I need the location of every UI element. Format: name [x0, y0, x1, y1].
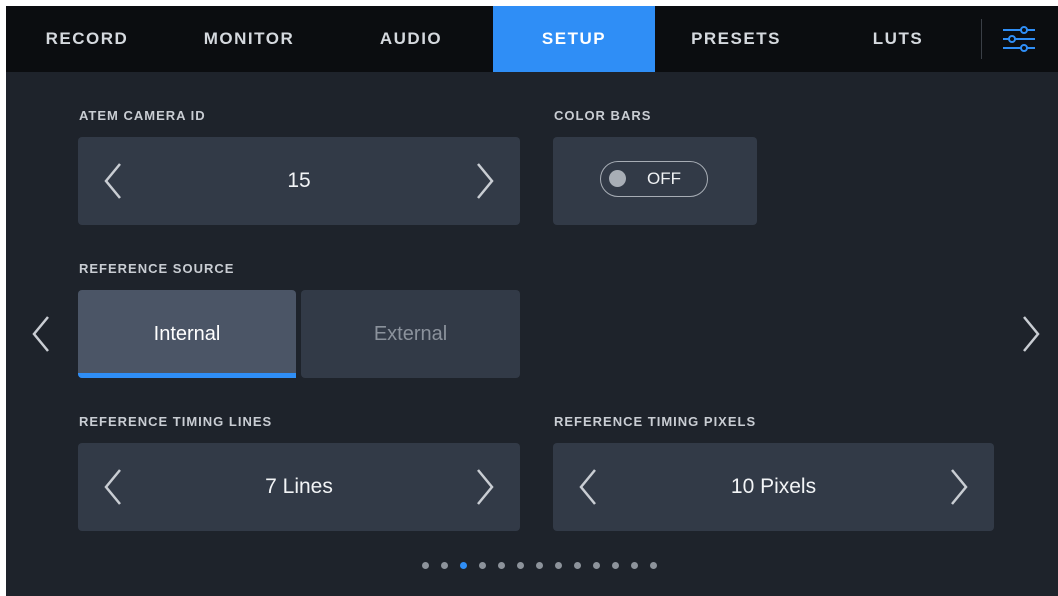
page-dot[interactable]	[593, 562, 600, 569]
chevron-left-icon	[32, 316, 49, 352]
page-dot[interactable]	[517, 562, 524, 569]
page-dot[interactable]	[536, 562, 543, 569]
color-bars-label: COLOR BARS	[554, 108, 652, 123]
atem-camera-id-stepper: 15	[78, 137, 520, 225]
reference-timing-pixels-decrement[interactable]	[553, 443, 623, 531]
atem-camera-id-label: ATEM CAMERA ID	[79, 108, 206, 123]
reference-timing-pixels-stepper: 10 Pixels	[553, 443, 994, 531]
chevron-left-icon	[104, 163, 121, 199]
page-dot[interactable]	[612, 562, 619, 569]
reference-source-internal[interactable]: Internal	[78, 290, 296, 378]
setup-screen: RECORD MONITOR AUDIO SETUP PRESETS LUTS …	[6, 6, 1058, 596]
page-dot[interactable]	[479, 562, 486, 569]
page-dot[interactable]	[441, 562, 448, 569]
chevron-right-icon	[1023, 316, 1040, 352]
page-dot[interactable]	[422, 562, 429, 569]
chevron-right-icon	[951, 469, 968, 505]
page-dot[interactable]	[460, 562, 467, 569]
tab-audio[interactable]: AUDIO	[330, 6, 492, 72]
selected-underline	[78, 373, 296, 378]
settings-menu-button[interactable]	[999, 21, 1039, 57]
toggle-knob	[609, 170, 626, 187]
next-page-button[interactable]	[1016, 309, 1046, 359]
reference-timing-pixels-increment[interactable]	[924, 443, 994, 531]
reference-timing-lines-stepper: 7 Lines	[78, 443, 520, 531]
color-bars-state: OFF	[647, 169, 681, 188]
reference-timing-lines-value: 7 Lines	[265, 475, 333, 498]
page-dot[interactable]	[555, 562, 562, 569]
color-bars-panel: OFF	[553, 137, 757, 225]
reference-timing-pixels-label: REFERENCE TIMING PIXELS	[554, 414, 757, 429]
tab-monitor[interactable]: MONITOR	[168, 6, 330, 72]
chevron-left-icon	[579, 469, 596, 505]
page-dot[interactable]	[574, 562, 581, 569]
tab-presets[interactable]: PRESETS	[655, 6, 817, 72]
reference-source-external-label: External	[373, 322, 448, 345]
page-dot[interactable]	[631, 562, 638, 569]
tab-setup[interactable]: SETUP	[493, 6, 655, 72]
page-dot[interactable]	[498, 562, 505, 569]
reference-source-external[interactable]: External	[301, 290, 520, 378]
tab-luts[interactable]: LUTS	[817, 6, 979, 72]
tab-bar: RECORD MONITOR AUDIO SETUP PRESETS LUTS	[6, 6, 1058, 72]
tab-record[interactable]: RECORD	[6, 6, 168, 72]
color-bars-toggle[interactable]: OFF	[600, 161, 708, 197]
reference-source-segmented: Internal External	[78, 290, 520, 378]
chevron-right-icon	[477, 469, 494, 505]
atem-camera-id-decrement[interactable]	[78, 137, 148, 225]
reference-timing-pixels-value: 10 Pixels	[730, 475, 817, 498]
tab-divider	[981, 19, 982, 59]
reference-source-label: REFERENCE SOURCE	[79, 261, 235, 276]
chevron-left-icon	[104, 469, 121, 505]
atem-camera-id-value: 15	[287, 169, 311, 192]
sliders-icon	[1003, 26, 1035, 52]
reference-timing-lines-label: REFERENCE TIMING LINES	[79, 414, 273, 429]
reference-timing-lines-decrement[interactable]	[78, 443, 148, 531]
reference-timing-lines-increment[interactable]	[450, 443, 520, 531]
page-indicator	[6, 562, 1058, 572]
previous-page-button[interactable]	[26, 309, 56, 359]
page-dot[interactable]	[650, 562, 657, 569]
chevron-right-icon	[477, 163, 494, 199]
reference-source-internal-label: Internal	[153, 322, 221, 345]
atem-camera-id-increment[interactable]	[450, 137, 520, 225]
